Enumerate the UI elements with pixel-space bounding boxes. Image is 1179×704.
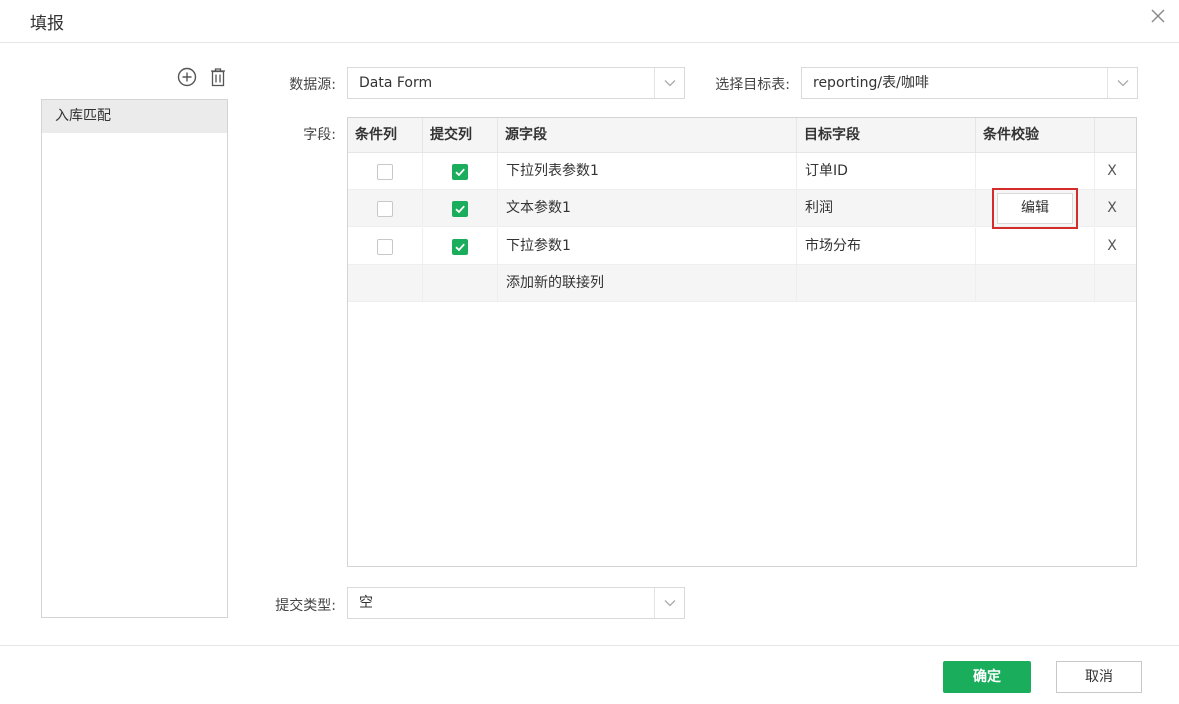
submit-cell: [423, 228, 498, 265]
edit-condition-button[interactable]: 编辑: [997, 193, 1073, 224]
column-header: 源字段: [498, 118, 797, 152]
condition-checkbox[interactable]: [377, 239, 393, 255]
datasource-label: 数据源:: [289, 77, 336, 93]
report-list: 入库匹配: [41, 99, 228, 618]
target-field: 市场分布: [797, 228, 976, 265]
add-join-row: 添加新的联接列: [348, 265, 1136, 302]
condition-cell: [348, 228, 423, 265]
source-field: 下拉列表参数1: [498, 153, 797, 190]
submit-cell: [423, 190, 498, 227]
column-header: 条件列: [348, 118, 423, 152]
submit-checkbox[interactable]: [452, 164, 468, 180]
cancel-button[interactable]: 取消: [1056, 661, 1142, 693]
target-field: 订单ID: [797, 153, 976, 190]
source-field: 下拉参数1: [498, 228, 797, 265]
trash-icon[interactable]: [209, 67, 227, 87]
target-table-label: 选择目标表:: [715, 77, 790, 93]
condition-checkbox[interactable]: [377, 201, 393, 217]
fields-label: 字段:: [303, 127, 336, 143]
datasource-value: Data Form: [359, 75, 433, 91]
table-row: 下拉列表参数1 订单ID X: [348, 153, 1136, 190]
submit-cell: [423, 265, 498, 302]
column-header: 条件校验: [976, 118, 1095, 152]
add-join-column-link[interactable]: 添加新的联接列: [498, 265, 797, 302]
target-field: [797, 265, 976, 302]
submit-cell: [423, 153, 498, 190]
column-header: 提交列: [423, 118, 498, 152]
report-list-item[interactable]: 入库匹配: [42, 100, 227, 133]
condition-cell: [348, 265, 423, 302]
chevron-down-icon[interactable]: [654, 68, 684, 98]
target-table-value: reporting/表/咖啡: [813, 75, 929, 91]
highlight-box: 编辑: [992, 188, 1078, 229]
target-table-select[interactable]: reporting/表/咖啡: [801, 67, 1138, 99]
confirm-button[interactable]: 确定: [943, 661, 1031, 693]
add-circle-icon[interactable]: [177, 67, 197, 87]
submit-type-select[interactable]: 空: [347, 587, 685, 619]
condition-checkbox[interactable]: [377, 164, 393, 180]
source-field: 文本参数1: [498, 190, 797, 227]
dialog-title: 填报: [30, 14, 64, 34]
column-header: 目标字段: [797, 118, 976, 152]
delete-row-button[interactable]: X: [1102, 190, 1122, 226]
submit-type-value: 空: [359, 595, 373, 611]
dialog-header: [0, 0, 1179, 43]
field-mapping-table: 条件列 提交列 源字段 目标字段 条件校验 下拉列表参数1 订单ID X 文本参…: [347, 117, 1137, 567]
submit-checkbox[interactable]: [452, 239, 468, 255]
condition-check-cell: [976, 228, 1095, 265]
submit-checkbox[interactable]: [452, 201, 468, 217]
delete-row-button[interactable]: X: [1102, 228, 1122, 264]
table-row: 文本参数1 利润 编辑 X: [348, 188, 1136, 229]
table-row: 下拉参数1 市场分布 X: [348, 228, 1136, 265]
close-icon[interactable]: [1148, 8, 1168, 28]
condition-cell: [348, 190, 423, 227]
condition-cell: [348, 153, 423, 190]
delete-row-button[interactable]: X: [1102, 153, 1122, 189]
submit-type-label: 提交类型:: [275, 598, 336, 614]
datasource-select[interactable]: Data Form: [347, 67, 685, 99]
chevron-down-icon[interactable]: [1107, 68, 1137, 98]
condition-check-cell: [976, 265, 1095, 302]
chevron-down-icon[interactable]: [654, 588, 684, 618]
column-header-blank: [1095, 118, 1136, 152]
condition-check-cell: [976, 153, 1095, 190]
target-field: 利润: [797, 190, 976, 227]
table-header: 条件列 提交列 源字段 目标字段 条件校验: [348, 118, 1136, 153]
